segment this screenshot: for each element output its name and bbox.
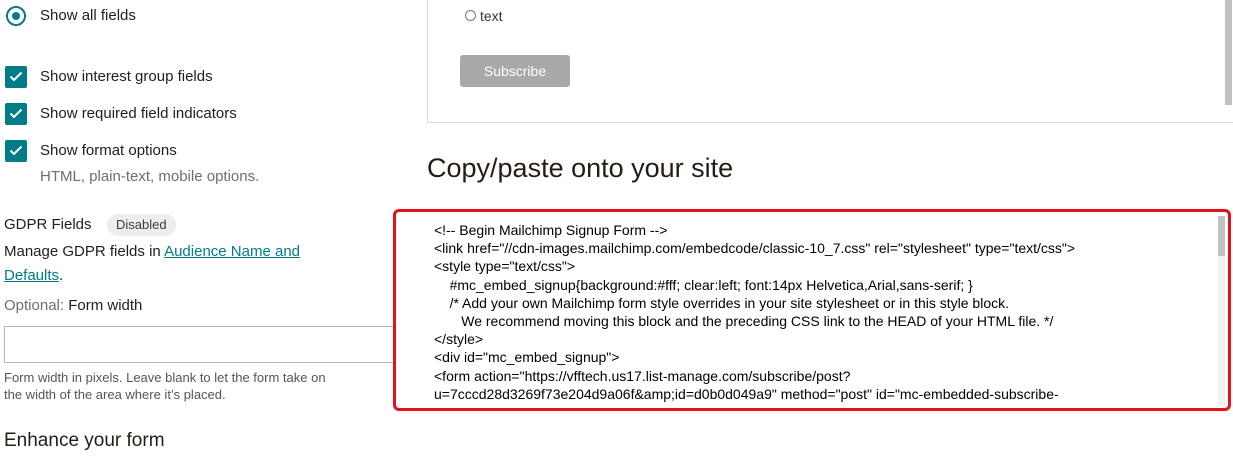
show-format-options-label: Show format options <box>40 142 177 159</box>
form-width-label-row: Optional: Form width <box>4 297 142 314</box>
code-line: <div id="mc_embed_signup"> <box>434 349 620 366</box>
code-line: <style type="text/css"> <box>434 258 576 275</box>
code-scrollbar-thumb[interactable] <box>1218 216 1225 256</box>
code-line: <form action="https://vfftech.us17.list-… <box>434 367 851 384</box>
code-line: We recommend moving this block and the p… <box>434 313 1054 330</box>
subscribe-button[interactable]: Subscribe <box>460 55 570 87</box>
code-line: </style> <box>434 331 484 348</box>
show-interest-group-fields-label: Show interest group fields <box>40 68 213 85</box>
show-all-fields-option[interactable]: Show all fields <box>4 5 264 29</box>
show-format-options-checkbox[interactable] <box>5 140 27 162</box>
gdpr-period: . <box>59 267 64 284</box>
code-line: <link href="//cdn-images.mailchimp.com/e… <box>434 240 1076 257</box>
code-scrollbar[interactable] <box>1218 216 1225 406</box>
format-options-description: HTML, plain-text, mobile options. <box>40 168 260 185</box>
checkmark-icon <box>9 145 23 156</box>
embed-code-textarea[interactable]: <!-- Begin Mailchimp Signup Form --> <lin… <box>434 221 1216 404</box>
show-format-options-option[interactable]: Show format options <box>4 139 304 163</box>
preview-scrollbar-thumb[interactable] <box>1225 0 1232 105</box>
show-all-fields-label: Show all fields <box>40 7 136 24</box>
form-width-help-line1: Form width in pixels. Leave blank to let… <box>4 370 326 385</box>
code-line: u=7cccd28d3269f73e204d9a06f&amp;id=d0b0d… <box>434 385 1059 402</box>
checkmark-icon <box>9 71 23 82</box>
embed-code-highlight: <!-- Begin Mailchimp Signup Form --> <lin… <box>393 209 1231 411</box>
gdpr-fields-label: GDPR Fields <box>4 216 92 233</box>
code-line: form" name="mc-embedded-subscribe-form" … <box>434 403 1216 404</box>
enhance-form-heading: Enhance your form <box>4 430 165 451</box>
show-interest-group-fields-option[interactable]: Show interest group fields <box>4 65 304 89</box>
audience-name-defaults-link-cont[interactable]: Defaults <box>4 267 59 284</box>
preview-scrollbar[interactable] <box>1225 0 1232 105</box>
show-required-field-indicators-label: Show required field indicators <box>40 105 237 122</box>
show-all-fields-radio[interactable] <box>6 6 26 26</box>
form-width-help: Form width in pixels. Leave blank to let… <box>4 369 394 403</box>
form-width-help-line2: the width of the area where it’s placed. <box>4 387 226 402</box>
code-line: /* Add your own Mailchimp form style ove… <box>434 294 1010 311</box>
show-required-field-indicators-option[interactable]: Show required field indicators <box>4 102 304 126</box>
form-preview-panel: text Subscribe <box>427 0 1233 123</box>
form-width-input[interactable] <box>4 326 396 363</box>
radio-selected-dot <box>12 12 20 20</box>
copy-paste-heading: Copy/paste onto your site <box>427 153 734 183</box>
gdpr-manage-text: Manage GDPR fields in Audience Name and … <box>4 240 384 288</box>
show-required-field-indicators-checkbox[interactable] <box>5 103 27 125</box>
code-line: <!-- Begin Mailchimp Signup Form --> <box>434 222 668 238</box>
code-line: #mc_embed_signup{background:#fff; clear:… <box>434 276 973 293</box>
gdpr-manage-prefix: Manage GDPR fields in <box>4 243 165 260</box>
checkmark-icon <box>9 108 23 119</box>
form-width-label: Form width <box>68 297 143 314</box>
audience-name-defaults-link[interactable]: Audience Name and <box>164 243 300 260</box>
gdpr-status-badge: Disabled <box>107 214 176 236</box>
optional-label: Optional: <box>4 297 65 314</box>
show-interest-group-fields-checkbox[interactable] <box>5 66 27 88</box>
text-format-radio[interactable] <box>465 10 476 21</box>
text-format-label: text <box>480 8 503 24</box>
